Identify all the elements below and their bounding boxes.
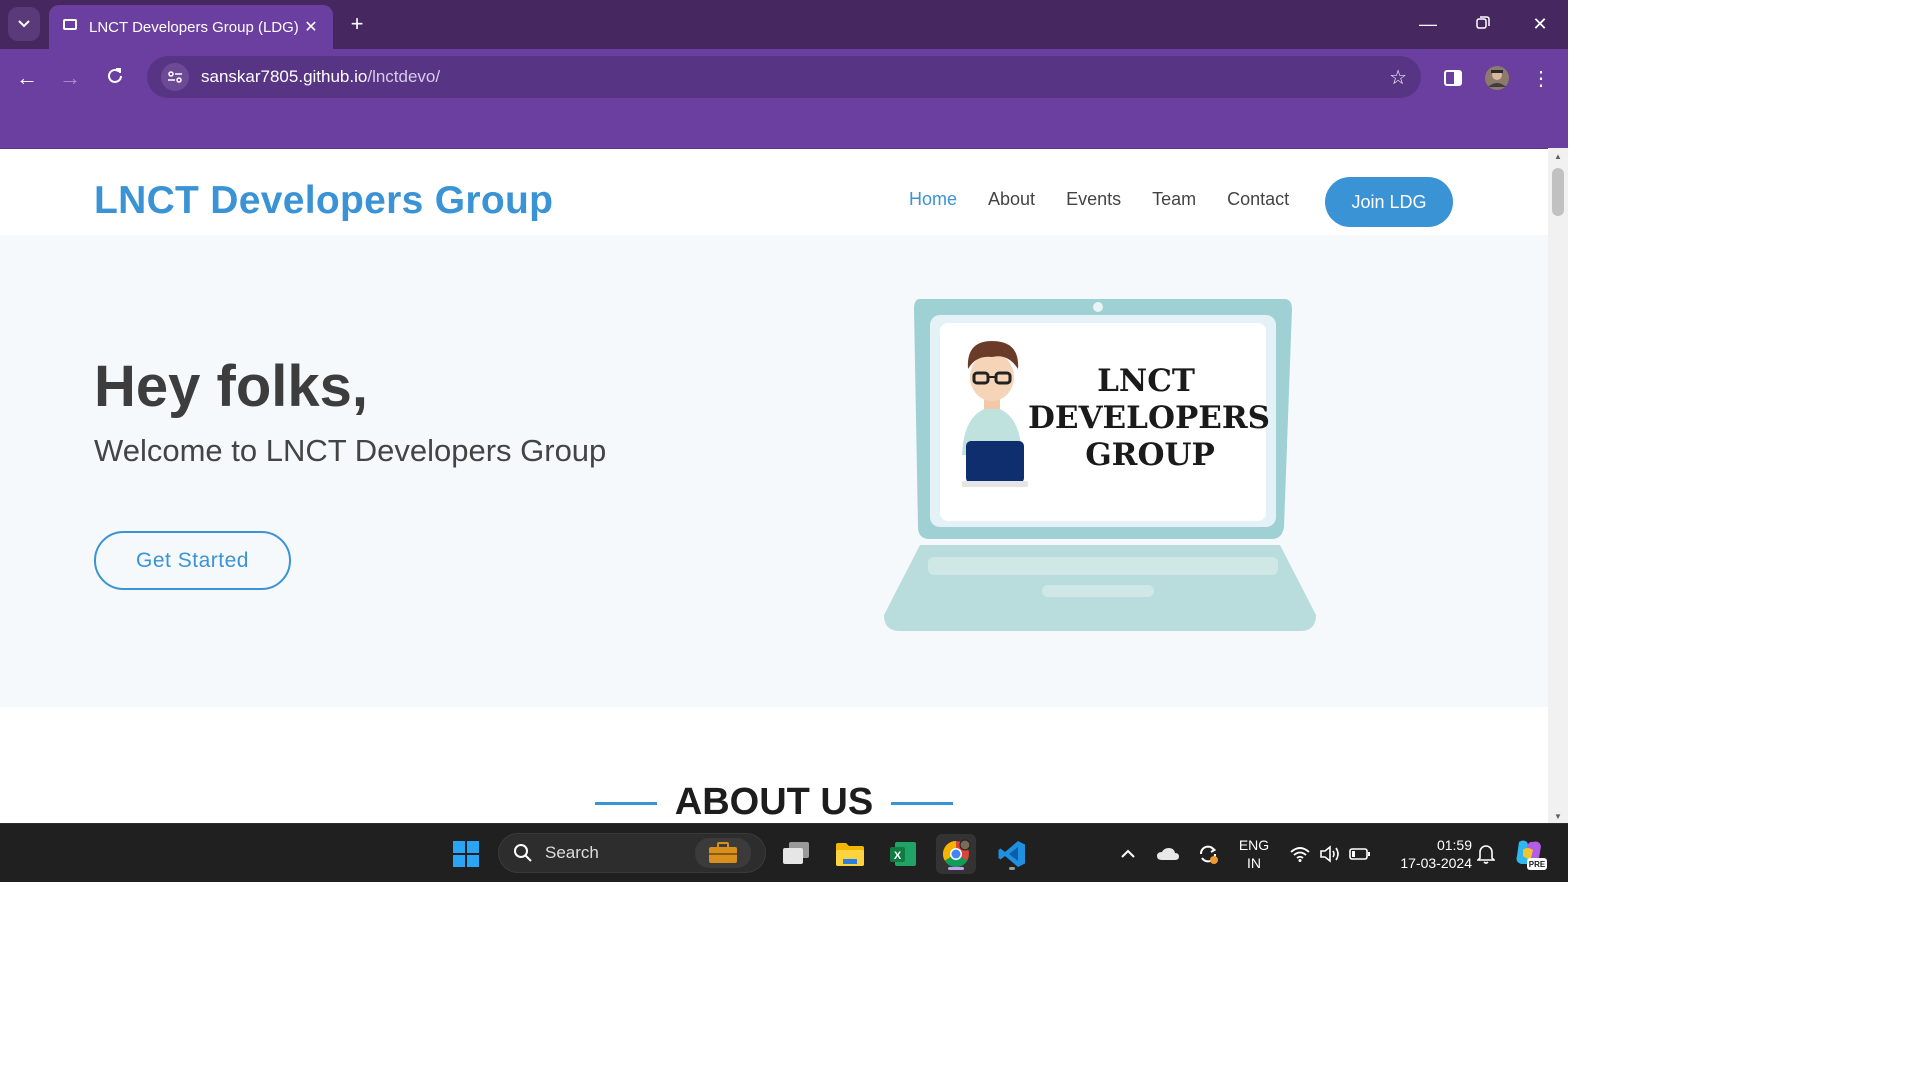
onedrive-icon[interactable] bbox=[1150, 834, 1186, 874]
menu-kebab-icon[interactable]: ⋮ bbox=[1526, 63, 1556, 93]
tab-list-button[interactable] bbox=[8, 7, 40, 41]
vscode-icon[interactable] bbox=[992, 834, 1032, 874]
heading-line-left bbox=[594, 802, 657, 806]
file-explorer-icon[interactable] bbox=[830, 834, 870, 874]
running-app-indicator bbox=[1009, 867, 1015, 870]
browser-tab-bar: LNCT Developers Group (LDG) ✕ + — ✕ bbox=[0, 0, 1568, 49]
briefcase-icon bbox=[695, 838, 751, 868]
forward-icon[interactable]: → bbox=[55, 63, 85, 93]
chrome-icon[interactable] bbox=[936, 834, 976, 874]
illustration-line-1: LNCT bbox=[1097, 363, 1195, 399]
browser-toolbar: ← → sanskar7805.github.io/lnctdevo/ ☆ ⋮ bbox=[0, 49, 1568, 148]
sync-icon[interactable] bbox=[1190, 834, 1226, 874]
site-header: LNCT Developers Group Home About Events … bbox=[0, 149, 1548, 235]
scroll-up-icon[interactable]: ▲ bbox=[1552, 152, 1564, 161]
url-text: sanskar7805.github.io/lnctdevo/ bbox=[201, 67, 1389, 87]
battery-icon[interactable] bbox=[1346, 834, 1374, 874]
side-panel-icon[interactable] bbox=[1438, 63, 1468, 93]
active-tab[interactable]: LNCT Developers Group (LDG) ✕ bbox=[49, 5, 333, 49]
taskbar-search[interactable]: Search bbox=[498, 833, 766, 873]
main-nav: Home About Events Team Contact bbox=[909, 189, 1289, 210]
lang-line-1: ENG bbox=[1238, 837, 1270, 853]
search-placeholder: Search bbox=[545, 843, 599, 862]
svg-text:X: X bbox=[894, 850, 902, 862]
get-started-button[interactable]: Get Started bbox=[94, 531, 291, 590]
favicon-icon bbox=[63, 18, 77, 30]
search-icon bbox=[514, 844, 532, 862]
windows-start-icon[interactable] bbox=[446, 834, 486, 874]
site-info-icon[interactable] bbox=[161, 63, 189, 91]
window-close-icon[interactable]: ✕ bbox=[1526, 10, 1554, 38]
tab-title: LNCT Developers Group (LDG) bbox=[89, 18, 299, 36]
back-icon[interactable]: ← bbox=[12, 63, 42, 93]
reload-icon[interactable] bbox=[100, 63, 130, 93]
task-view-icon[interactable] bbox=[776, 834, 816, 874]
copilot-badge: PRE bbox=[1529, 860, 1546, 869]
wifi-icon[interactable] bbox=[1286, 834, 1314, 874]
excel-icon[interactable]: X bbox=[883, 834, 923, 874]
nav-about[interactable]: About bbox=[988, 189, 1035, 210]
new-tab-icon[interactable]: + bbox=[345, 12, 369, 36]
hero-subtitle: Welcome to LNCT Developers Group bbox=[94, 433, 607, 468]
nav-contact[interactable]: Contact bbox=[1227, 189, 1289, 210]
clock-date: 17-03-2024 bbox=[1400, 855, 1472, 871]
notification-bell-icon[interactable] bbox=[1472, 834, 1500, 874]
laptop-illustration: LNCT DEVELOPERS GROUP bbox=[884, 299, 1316, 631]
copilot-icon[interactable]: PRE bbox=[1510, 834, 1550, 874]
join-button[interactable]: Join LDG bbox=[1325, 177, 1453, 227]
heading-line-right bbox=[891, 802, 954, 806]
scroll-down-icon[interactable]: ▼ bbox=[1552, 812, 1564, 821]
active-app-indicator bbox=[948, 867, 964, 870]
clock[interactable]: 01:59 17-03-2024 bbox=[1384, 836, 1472, 872]
page-scrollbar[interactable]: ▲ ▼ bbox=[1548, 148, 1568, 823]
about-heading: ABOUT US bbox=[0, 781, 1548, 823]
web-page: LNCT Developers Group Home About Events … bbox=[0, 148, 1548, 823]
illustration-line-2: DEVELOPERS bbox=[1028, 400, 1270, 436]
url-path: /lnctdevo/ bbox=[367, 67, 441, 86]
hero-section: Hey folks, Welcome to LNCT Developers Gr… bbox=[0, 235, 1548, 707]
restore-icon[interactable] bbox=[1469, 10, 1497, 38]
language-indicator[interactable]: ENG IN bbox=[1236, 836, 1272, 872]
about-heading-text: ABOUT US bbox=[674, 781, 874, 823]
taskbar: Search X ENG IN 01:59 17-03-2024 PRE bbox=[0, 823, 1568, 882]
close-tab-icon[interactable]: ✕ bbox=[303, 17, 319, 37]
nav-team[interactable]: Team bbox=[1152, 189, 1196, 210]
clock-time: 01:59 bbox=[1436, 837, 1472, 853]
url-host: sanskar7805.github.io bbox=[201, 67, 368, 86]
illustration-line-3: GROUP bbox=[1085, 437, 1215, 473]
profile-avatar-icon[interactable] bbox=[1482, 63, 1512, 93]
site-logo[interactable]: LNCT Developers Group bbox=[94, 179, 553, 223]
lang-line-2: IN bbox=[1247, 855, 1261, 871]
hero-title: Hey folks, bbox=[94, 354, 368, 419]
nav-events[interactable]: Events bbox=[1066, 189, 1121, 210]
chevron-up-icon[interactable] bbox=[1110, 834, 1146, 874]
volume-icon[interactable] bbox=[1316, 834, 1344, 874]
bookmark-star-icon[interactable]: ☆ bbox=[1389, 65, 1407, 90]
minimize-icon[interactable]: — bbox=[1414, 10, 1442, 38]
tab-list-icon bbox=[18, 20, 30, 28]
address-bar[interactable]: sanskar7805.github.io/lnctdevo/ ☆ bbox=[147, 56, 1421, 98]
scroll-thumb[interactable] bbox=[1552, 168, 1564, 216]
nav-home[interactable]: Home bbox=[909, 189, 957, 210]
